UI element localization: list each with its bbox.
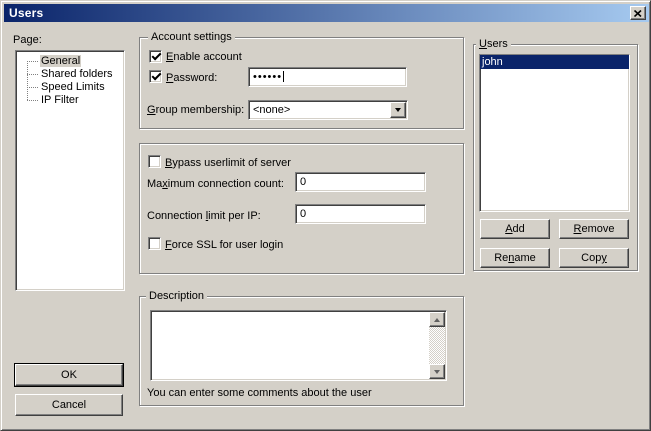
description-group: Description You can enter some comments … <box>139 296 464 406</box>
combo-dropdown-button[interactable] <box>390 102 406 118</box>
description-textarea[interactable] <box>150 310 447 381</box>
user-list-item[interactable]: john <box>480 55 629 69</box>
page-label: Page: <box>13 34 42 47</box>
enable-account-checkbox[interactable] <box>149 50 162 63</box>
connection-limit-ip-label: Connection limit per IP: <box>147 210 261 223</box>
enable-account-label[interactable]: Enable account <box>166 51 242 64</box>
close-button[interactable] <box>630 6 646 20</box>
max-connection-label: Maximum connection count: <box>147 178 284 191</box>
rename-user-button[interactable]: Rename <box>480 248 550 268</box>
bypass-userlimit-label[interactable]: Bypass userlimit of server <box>165 157 291 170</box>
bypass-userlimit-checkbox[interactable] <box>148 155 161 168</box>
text-caret <box>283 71 284 82</box>
chevron-down-icon <box>395 108 401 112</box>
arrow-up-icon <box>434 318 440 322</box>
scrollbar-track[interactable] <box>429 327 445 364</box>
group-membership-select[interactable]: <none> <box>248 100 408 120</box>
tree-item-label: General <box>40 55 81 67</box>
description-scrollbar[interactable] <box>429 312 445 379</box>
cancel-button[interactable]: Cancel <box>15 394 123 416</box>
password-input[interactable]: •••••• <box>248 67 407 87</box>
tree-item-speed-limits[interactable]: Speed Limits <box>16 81 124 94</box>
tree-item-label: Speed Limits <box>40 81 106 93</box>
group-membership-label: Group membership: <box>147 104 244 117</box>
page-tree: General Shared folders Speed Limits IP F… <box>15 50 125 291</box>
max-connection-value: 0 <box>300 176 306 188</box>
connection-limit-ip-input[interactable]: 0 <box>295 204 426 224</box>
password-checkbox[interactable] <box>149 70 162 83</box>
tree-item-ip-filter[interactable]: IP Filter <box>16 94 124 107</box>
scroll-down-button[interactable] <box>429 364 445 379</box>
account-settings-group: Account settings Enable account Password… <box>139 37 464 129</box>
description-title: Description <box>146 290 207 303</box>
window-title: Users <box>9 6 43 20</box>
close-icon <box>634 10 642 17</box>
remove-user-button[interactable]: Remove <box>559 219 629 239</box>
force-ssl-checkbox[interactable] <box>148 237 161 250</box>
password-value: •••••• <box>253 71 282 83</box>
copy-user-button[interactable]: Copy <box>559 248 629 268</box>
tree-item-general[interactable]: General <box>16 55 124 68</box>
user-name: john <box>482 56 503 68</box>
max-connection-input[interactable]: 0 <box>295 172 426 192</box>
scroll-up-button[interactable] <box>429 312 445 327</box>
arrow-down-icon <box>434 370 440 374</box>
limits-group: Bypass userlimit of server Maximum conne… <box>139 143 464 274</box>
users-group-title: Users <box>476 38 511 51</box>
force-ssl-label[interactable]: Force SSL for user login <box>165 239 283 252</box>
title-bar[interactable]: Users <box>4 4 649 22</box>
tree-item-label: IP Filter <box>40 94 80 106</box>
users-dialog: Users Page: General Shared folders Speed… <box>0 0 651 431</box>
password-label[interactable]: Password: <box>166 72 217 85</box>
ok-button[interactable]: OK <box>15 364 123 386</box>
group-membership-value: <none> <box>253 104 290 116</box>
users-list[interactable]: john <box>479 54 630 212</box>
description-hint: You can enter some comments about the us… <box>147 387 372 400</box>
tree-item-label: Shared folders <box>40 68 114 80</box>
add-user-button[interactable]: Add <box>480 219 550 239</box>
account-settings-title: Account settings <box>148 31 235 44</box>
connection-limit-ip-value: 0 <box>300 208 306 220</box>
tree-item-shared-folders[interactable]: Shared folders <box>16 68 124 81</box>
users-group: Users john Add Remove Rename Copy <box>473 44 638 271</box>
